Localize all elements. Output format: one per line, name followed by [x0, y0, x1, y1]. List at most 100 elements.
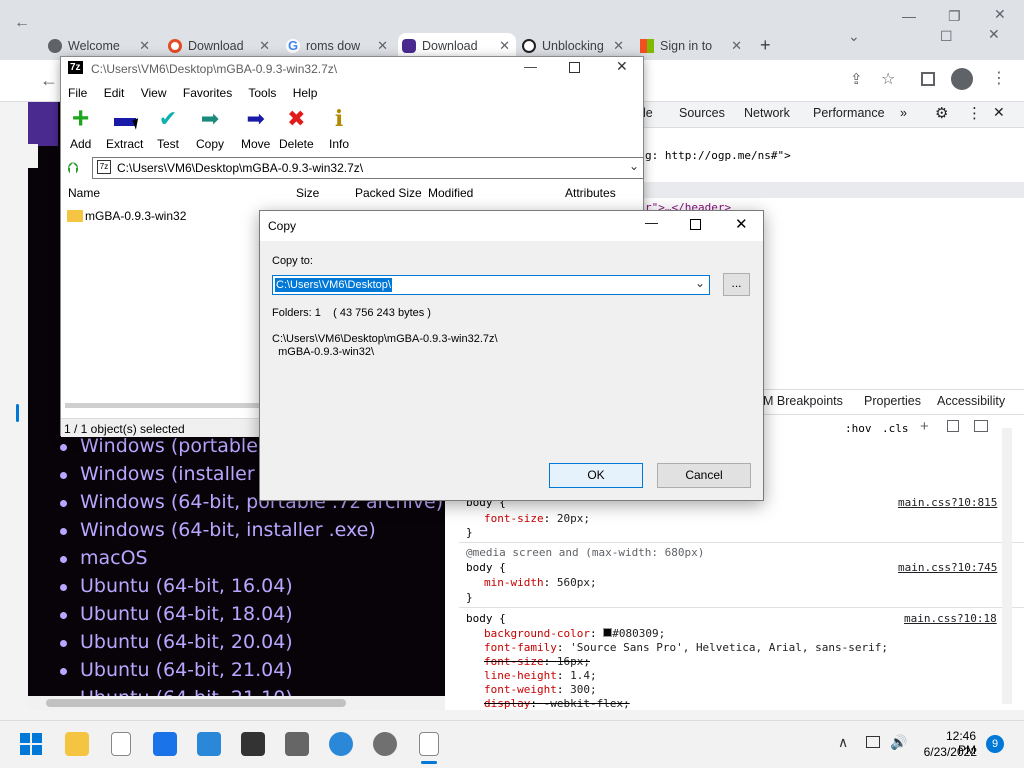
bookmark-star-icon[interactable]: ☆ — [881, 69, 895, 89]
css-source-link[interactable]: main.css?10:745 — [898, 561, 997, 574]
nav-back-icon[interactable]: ← — [40, 70, 58, 91]
settings-gear-icon[interactable]: ⚙ — [935, 104, 948, 122]
side-panel-icon[interactable] — [921, 72, 935, 86]
table-row[interactable]: mGBA-0.9.3-win32 — [63, 208, 263, 226]
add-button[interactable]: + Add — [70, 104, 91, 152]
horizontal-scrollbar[interactable] — [28, 696, 445, 710]
move-button[interactable]: ➡ Move — [241, 107, 270, 152]
col-packed-size[interactable]: Packed Size — [355, 186, 422, 200]
app-icon[interactable] — [329, 732, 353, 756]
css-value[interactable]: -webkit-flex; — [544, 697, 630, 710]
chevron-down-icon[interactable]: ⌄ — [848, 28, 860, 45]
ok-button[interactable]: OK — [549, 463, 643, 488]
close-icon[interactable]: ✕ — [616, 58, 628, 75]
list-item[interactable]: Ubuntu (64-bit, 20.04) — [59, 628, 443, 656]
minimize-icon[interactable]: — — [524, 59, 537, 74]
dropdown-chevron-icon[interactable]: ⌄ — [629, 159, 639, 173]
profile-avatar-icon[interactable] — [951, 68, 973, 90]
css-value[interactable]: 300; — [570, 683, 597, 696]
maximize-icon[interactable] — [690, 219, 701, 230]
document-icon[interactable] — [419, 732, 439, 756]
address-combobox[interactable]: 7z C:\Users\VM6\Desktop\mGBA-0.9.3-win32… — [92, 157, 644, 179]
notification-badge[interactable]: 9 — [986, 735, 1004, 753]
col-name[interactable]: Name — [68, 186, 100, 200]
css-property[interactable]: background-color — [484, 627, 590, 640]
scrollbar-thumb[interactable] — [46, 699, 346, 707]
col-attributes[interactable]: Attributes — [565, 186, 616, 200]
css-source-link[interactable]: main.css?10:18 — [904, 612, 997, 625]
elements-line[interactable]: g: http://ogp.me/ns#"> — [645, 149, 791, 162]
tab-console[interactable]: le — [643, 106, 653, 120]
menu-favorites[interactable]: Favorites — [183, 86, 232, 100]
menu-edit[interactable]: Edit — [104, 86, 125, 100]
calculator-icon[interactable] — [285, 732, 309, 756]
delete-button[interactable]: ✖ Delete — [279, 107, 314, 152]
css-property[interactable]: min-width — [484, 576, 544, 589]
minimize-icon[interactable]: — — [902, 8, 916, 24]
kebab-menu-icon[interactable]: ⋮ — [991, 68, 1007, 88]
tab-dom-breakpoints[interactable]: M Breakpoints — [763, 394, 843, 408]
close-icon[interactable]: ✕ — [735, 215, 748, 233]
css-value[interactable]: 16px; — [557, 655, 590, 668]
info-button[interactable]: i Info — [329, 107, 349, 151]
css-source-link[interactable]: main.css?10:815 — [898, 496, 997, 509]
tab-properties[interactable]: Properties — [864, 394, 921, 408]
calendar-icon[interactable] — [197, 732, 221, 756]
close-icon[interactable]: ✕ — [994, 6, 1006, 23]
css-property[interactable]: font-weight — [484, 683, 557, 696]
file-explorer-icon[interactable] — [65, 732, 89, 756]
window-close-icon[interactable]: ✕ — [988, 26, 1000, 43]
tab-accessibility[interactable]: Accessibility — [937, 394, 1005, 408]
more-tabs-icon[interactable]: » — [900, 106, 907, 120]
devtools-close-icon[interactable]: ✕ — [993, 104, 1005, 121]
col-modified[interactable]: Modified — [428, 186, 473, 200]
network-icon[interactable] — [866, 736, 880, 748]
notepad-icon[interactable] — [111, 732, 131, 756]
css-value[interactable]: #080309; — [612, 627, 665, 640]
tab-performance[interactable]: Performance — [813, 106, 885, 120]
list-item[interactable]: Ubuntu (64-bit, 16.04) — [59, 572, 443, 600]
list-item[interactable]: Ubuntu (64-bit, 21.04) — [59, 656, 443, 684]
paint-icon[interactable] — [947, 420, 959, 432]
css-value[interactable]: 20px; — [557, 512, 590, 525]
store-icon[interactable] — [241, 732, 265, 756]
settings-gear-icon[interactable] — [373, 732, 397, 756]
css-property-overridden[interactable]: font-size — [484, 655, 544, 668]
styles-scrollbar[interactable] — [1002, 428, 1012, 704]
list-scrollbar[interactable] — [65, 403, 259, 408]
new-tab-button[interactable]: + — [760, 35, 771, 56]
css-property[interactable]: font-family — [484, 641, 557, 654]
restore-icon[interactable]: ❐ — [948, 8, 961, 25]
clock-date[interactable]: 6/23/2022 — [921, 745, 977, 759]
tab-close-icon[interactable]: ✕ — [731, 33, 742, 59]
browse-button[interactable]: ... — [723, 273, 750, 296]
minimize-icon[interactable]: — — [645, 215, 658, 230]
add-rule-icon[interactable]: + — [920, 418, 929, 435]
back-arrow-icon[interactable]: ← — [14, 14, 30, 32]
destination-path-input[interactable]: C:\Users\VM6\Desktop\ ⌄ — [272, 275, 710, 295]
menu-file[interactable]: File — [68, 86, 87, 100]
cls-toggle[interactable]: .cls — [882, 422, 909, 435]
dropdown-chevron-icon[interactable]: ⌄ — [695, 276, 705, 290]
maximize-icon[interactable]: ☐ — [940, 28, 953, 45]
css-value[interactable]: 'Source Sans Pro', Helvetica, Arial, san… — [570, 641, 888, 654]
tab-sign-in[interactable]: Sign in to ✕ — [636, 33, 748, 60]
dialog-titlebar[interactable]: Copy — ✕ — [260, 211, 763, 241]
hov-toggle[interactable]: :hov — [845, 422, 872, 435]
volume-icon[interactable]: 🔊 — [890, 734, 907, 751]
test-button[interactable]: ✔ Test — [157, 107, 179, 152]
css-value[interactable]: 560px; — [557, 576, 597, 589]
maximize-icon[interactable] — [569, 62, 580, 73]
css-value[interactable]: 1.4; — [570, 669, 597, 682]
list-item[interactable]: macOS — [59, 544, 443, 572]
tray-chevron-up-icon[interactable]: ∧ — [838, 734, 848, 751]
col-size[interactable]: Size — [296, 186, 319, 200]
copy-button[interactable]: ➡ Copy — [196, 107, 224, 152]
color-swatch[interactable] — [603, 628, 613, 637]
menu-tools[interactable]: Tools — [248, 86, 276, 100]
share-icon[interactable]: ⇪ — [850, 70, 863, 88]
devtools-kebab-icon[interactable]: ⋮ — [967, 104, 982, 122]
css-property-overridden[interactable]: display — [484, 697, 530, 710]
start-button[interactable] — [20, 733, 42, 755]
folder-up-icon[interactable]: ⮉ — [67, 160, 78, 177]
